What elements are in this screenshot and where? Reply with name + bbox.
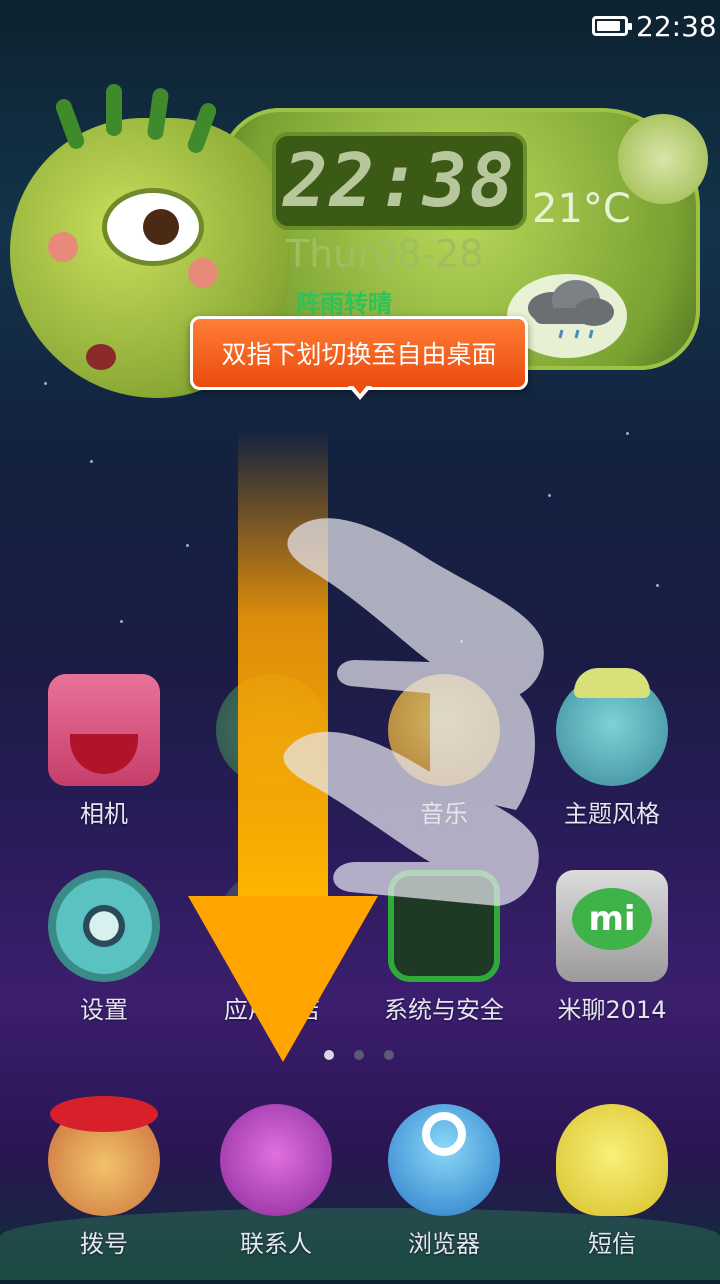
app-label: 主题风格: [564, 800, 660, 828]
monster-mouth: [86, 344, 116, 370]
app-label: 系统与安全: [384, 996, 504, 1024]
app-label: 联系人: [240, 1230, 312, 1258]
app-camera[interactable]: 相机: [24, 674, 184, 854]
app-label: 浏览器: [408, 1230, 480, 1258]
clock-time: 22:38: [283, 138, 516, 224]
app-label: 相机: [80, 800, 128, 828]
battery-icon: [592, 16, 632, 36]
status-time: 22:38: [636, 10, 717, 43]
temperature: 21°C: [532, 186, 631, 232]
dock: 拨号 联系人 浏览器 短信: [0, 1096, 720, 1280]
status-bar: 22:38: [0, 0, 720, 56]
app-settings[interactable]: 设置: [24, 870, 184, 1050]
two-finger-hand-icon: [283, 518, 544, 906]
widget-tail-decoration: [618, 114, 708, 204]
camera-monster-icon: [48, 674, 160, 786]
app-miliao[interactable]: mi 米聊2014: [532, 870, 692, 1050]
monster-eye: [102, 188, 204, 266]
miliao-icon: mi: [556, 870, 668, 982]
dock-contacts[interactable]: 联系人: [196, 1104, 356, 1284]
dock-browser[interactable]: 浏览器: [364, 1104, 524, 1284]
page-dot[interactable]: [384, 1050, 394, 1060]
weather-condition: 阵雨转晴: [296, 290, 392, 318]
app-label: 米聊2014: [557, 996, 667, 1024]
gesture-hint-tooltip: 双指下划切换至自由桌面: [190, 316, 528, 390]
clock-display[interactable]: 22:38: [272, 132, 527, 230]
app-label: 设置: [80, 996, 128, 1024]
app-label: 短信: [588, 1230, 636, 1258]
theme-monster-icon: [556, 668, 668, 786]
dock-phone[interactable]: 拨号: [24, 1096, 184, 1284]
sms-monster-icon: [556, 1104, 668, 1216]
dock-sms[interactable]: 短信: [532, 1104, 692, 1284]
app-theme[interactable]: 主题风格: [532, 668, 692, 854]
phone-monster-icon: [48, 1096, 160, 1216]
browser-monster-icon: [388, 1104, 500, 1216]
settings-gear-monster-icon: [48, 870, 160, 982]
swipe-down-arrow-icon: [188, 896, 378, 1062]
tooltip-tail: [348, 383, 372, 400]
app-label: 拨号: [80, 1230, 128, 1258]
date: Thur08-28: [286, 232, 484, 276]
contacts-monster-icon: [220, 1104, 332, 1216]
